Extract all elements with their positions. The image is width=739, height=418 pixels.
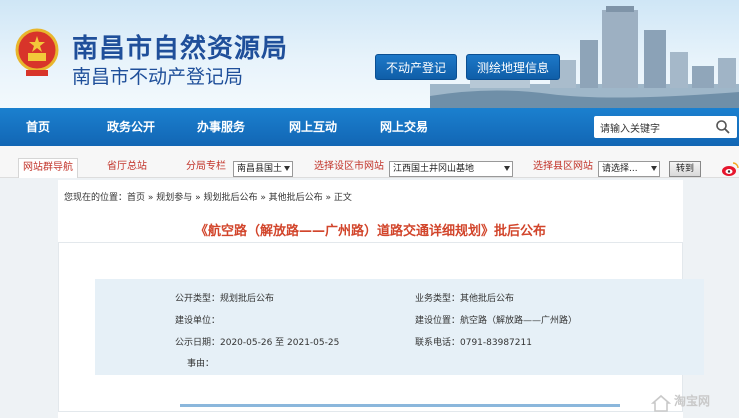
branch-select[interactable]: 南昌县国土 [233,161,293,177]
city-site-select[interactable]: 江西国土井冈山基地 [389,161,513,177]
search-input[interactable]: 请输入关键字 [594,116,737,138]
house-watermark-icon [650,394,672,412]
site-title: 南昌市自然资源局 [72,34,289,64]
phone-field: 联系电话：0791-83987211 [415,338,532,348]
tab-province-site[interactable]: 省厅总站 [107,158,147,178]
nav-home[interactable]: 首页 [26,108,50,146]
divider [180,404,620,407]
nav-trading[interactable]: 网上交易 [380,108,428,146]
location-field: 建设位置：航空路（解放路——广州路） [415,316,578,326]
surveying-geoinfo-button[interactable]: 测绘地理信息 [466,54,561,80]
site-subtitle: 南昌市不动产登记局 [72,66,244,88]
branch-column-label: 分局专栏 [186,161,226,172]
real-estate-registration-button[interactable]: 不动产登记 [375,54,458,80]
reason-field: 事由： [187,359,215,369]
tab-site-group-nav[interactable]: 网站群导航 [18,158,78,178]
site-header: 南昌市自然资源局 南昌市不动产登记局 不动产登记 测绘地理信息 [0,0,739,108]
weibo-icon[interactable] [721,160,739,178]
search-placeholder: 请输入关键字 [600,124,660,135]
county-site-label: 选择县区网站 [533,161,593,172]
builder-field: 建设单位： [175,316,221,326]
breadcrumb: 您现在的位置：首页 » 规划参与 » 规划批后公布 » 其他批后公布 » 正文 [64,193,352,203]
county-site-select[interactable]: 请选择... [598,161,660,177]
branch-select-value: 南昌县国土 [237,164,283,174]
nav-services[interactable]: 办事服务 [197,108,245,146]
nav-gov-affairs[interactable]: 政务公开 [107,108,155,146]
date-field: 公示日期：2020-05-26 至 2021-05-25 [175,338,340,348]
county-site-select-value: 请选择... [602,164,638,174]
article-title: 《航空路（解放路——广州路）道路交通详细规划》批后公布 [194,224,546,239]
search-icon[interactable] [715,119,731,135]
biz-type-field: 业务类型：其他批后公布 [415,294,515,304]
city-site-label: 选择设区市网站 [314,161,384,172]
nav-interaction[interactable]: 网上互动 [289,108,337,146]
chevron-down-icon [651,166,657,171]
pub-type-field: 公开类型：规划批后公布 [175,294,275,304]
page: 南昌市自然资源局 南昌市不动产登记局 不动产登记 测绘地理信息 首页 政务公开 … [0,0,739,418]
watermark-text: 淘宝网 [674,394,711,408]
chevron-down-icon [504,166,510,171]
city-site-select-value: 江西国土井冈山基地 [393,164,475,174]
national-emblem-icon [15,28,59,76]
chevron-down-icon [284,166,290,171]
go-button[interactable]: 转到 [669,161,701,177]
